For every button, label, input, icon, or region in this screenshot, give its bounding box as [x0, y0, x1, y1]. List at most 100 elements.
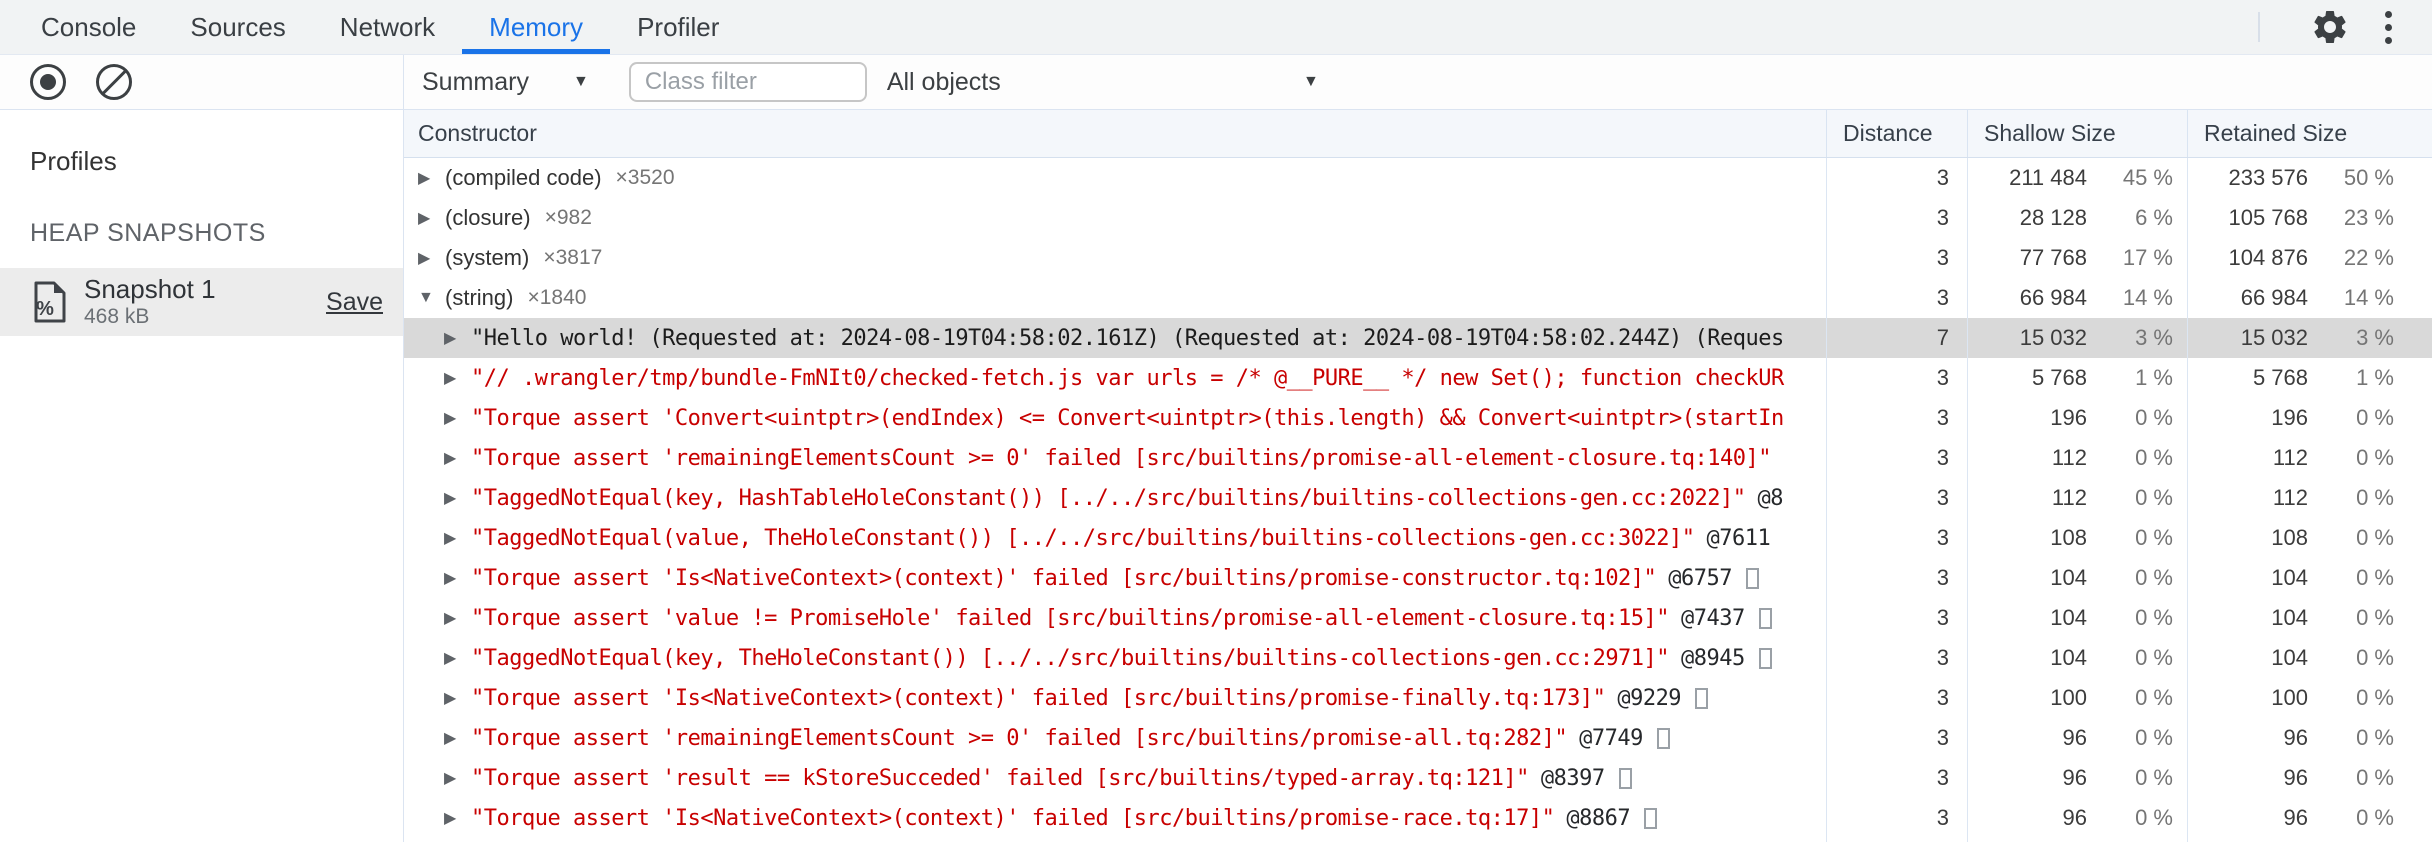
table-row[interactable]: ▶ "TaggedNotEqual(value, TheHoleConstant…	[404, 518, 2432, 558]
distance-cell: 3	[1826, 278, 1967, 318]
table-row[interactable]: ▶ "Torque assert 'Is<NativeContext>(cont…	[404, 798, 2432, 838]
objects-scope-select[interactable]: All objects ▼	[887, 68, 1319, 97]
expand-arrow-icon[interactable]: ▶	[418, 208, 445, 228]
constructor-text: (string)	[445, 285, 514, 310]
heap-snapshot-document-icon: %	[32, 280, 68, 324]
shallow-size-cell: 96 0 %	[1967, 758, 2187, 798]
constructor-text: "TaggedNotEqual(value, TheHoleConstant()…	[471, 525, 1695, 551]
table-row[interactable]: ▶ "Torque assert 'Is<NativeContext>(cont…	[404, 678, 2432, 718]
object-id: @7749	[1579, 725, 1643, 751]
expand-arrow-icon[interactable]: ▶	[444, 688, 471, 708]
distance-cell: 3	[1826, 558, 1967, 598]
shallow-size-cell: 104 0 %	[1967, 638, 2187, 678]
expand-arrow-icon[interactable]: ▶	[418, 168, 445, 188]
retained-size-cell: 15 032 3 %	[2187, 318, 2432, 358]
retained-size-cell: 96 0 %	[2187, 718, 2432, 758]
settings-button[interactable]	[2308, 5, 2352, 49]
object-id: @8397	[1540, 765, 1605, 791]
expand-arrow-icon[interactable]: ▶	[444, 408, 471, 428]
expand-arrow-icon[interactable]: ▶	[418, 248, 445, 268]
instance-count: ×1840	[527, 286, 587, 309]
table-row[interactable]: ▶ "TaggedNotEqual(key, HashTableHoleCons…	[404, 478, 2432, 518]
class-filter-input[interactable]	[628, 62, 867, 102]
constructor-text: "Torque assert 'value != PromiseHole' fa…	[471, 605, 1670, 631]
shallow-size-cell: 112 0 %	[1967, 478, 2187, 518]
shallow-size-cell: 5 768 1 %	[1967, 358, 2187, 398]
retained-size-cell: 104 0 %	[2187, 638, 2432, 678]
table-row[interactable]: ▶ "Torque assert 'Is<NativeContext>(cont…	[404, 558, 2432, 598]
retained-size-cell: 5 768 1 %	[2187, 358, 2432, 398]
tab-bar-actions	[2258, 0, 2432, 54]
constructor-text: "Torque assert 'Is<NativeContext>(contex…	[471, 685, 1606, 711]
table-row[interactable]: ▶ "TaggedNotEqual(key, TheHoleConstant()…	[404, 638, 2432, 678]
distance-cell: 3	[1826, 798, 1967, 838]
objects-scope-value: All objects	[886, 67, 1001, 96]
distance-cell: 3	[1826, 158, 1967, 198]
reveal-box-icon	[1746, 567, 1760, 589]
table-row[interactable]: ▶ "Torque assert 'remainingElementsCount…	[404, 438, 2432, 478]
instance-count: ×3520	[615, 166, 675, 189]
distance-cell: 3	[1826, 718, 1967, 758]
retained-size-cell: 112 0 %	[2187, 438, 2432, 478]
instance-count: ×3817	[543, 246, 603, 269]
column-header-constructor[interactable]: Constructor	[404, 110, 1826, 157]
expand-arrow-icon[interactable]: ▶	[444, 448, 471, 468]
distance-cell: 3	[1826, 398, 1967, 438]
distance-cell: 3	[1826, 198, 1967, 238]
column-header-distance[interactable]: Distance	[1826, 110, 1967, 157]
table-row[interactable]: ▶ "Hello world! (Requested at: 2024-08-1…	[404, 318, 2432, 358]
constructor-text: "TaggedNotEqual(key, TheHoleConstant()) …	[471, 645, 1670, 671]
expand-arrow-icon[interactable]: ▶	[444, 808, 471, 828]
tab-profiler[interactable]: Profiler	[610, 0, 746, 54]
expand-arrow-icon[interactable]: ▶	[444, 728, 471, 748]
more-options-button[interactable]	[2366, 5, 2410, 49]
table-row[interactable]: ▶ (system) ×3817 3 77 768 17 % 104 876 22 …	[404, 238, 2432, 278]
shallow-size-cell: 66 984 14 %	[1967, 278, 2187, 318]
tab-sources[interactable]: Sources	[163, 0, 312, 54]
clear-profiles-button[interactable]	[96, 64, 132, 100]
save-snapshot-link[interactable]: Save	[326, 288, 383, 317]
record-heap-snapshot-button[interactable]	[30, 64, 66, 100]
shallow-size-cell: 108 0 %	[1967, 518, 2187, 558]
expand-arrow-icon[interactable]: ▶	[444, 328, 471, 348]
shallow-size-cell: 100 0 %	[1967, 678, 2187, 718]
profiles-toolbar	[0, 55, 403, 110]
object-id: @6757	[1668, 565, 1733, 591]
perspective-select-value: Summary	[422, 67, 529, 96]
retained-size-cell: 104 0 %	[2187, 598, 2432, 638]
perspective-select[interactable]: Summary ▼	[422, 68, 589, 97]
expand-arrow-icon[interactable]: ▶	[444, 368, 471, 388]
expand-arrow-icon[interactable]: ▶	[444, 648, 471, 668]
snapshot-name: Snapshot 1	[84, 273, 216, 304]
table-row[interactable]: ▶ "Torque assert 'value != PromiseHole' …	[404, 598, 2432, 638]
expand-arrow-icon[interactable]: ▶	[444, 608, 471, 628]
expand-arrow-icon[interactable]: ▶	[444, 768, 471, 788]
tab-memory[interactable]: Memory	[462, 0, 610, 54]
column-header-retained-size[interactable]: Retained Size	[2187, 110, 2432, 157]
shallow-size-cell: 112 0 %	[1967, 438, 2187, 478]
retained-size-cell: 104 876 22 %	[2187, 238, 2432, 278]
expand-arrow-icon[interactable]: ▶	[444, 528, 471, 548]
table-row[interactable]: ▼ (string) ×1840 3 66 984 14 % 66 984 14 %	[404, 278, 2432, 318]
table-row[interactable]: ▶ (closure) ×982 3 28 128 6 % 105 768 23 %	[404, 198, 2432, 238]
distance-cell: 3	[1826, 518, 1967, 558]
object-id: @7437	[1681, 605, 1745, 631]
table-row[interactable]: ▶ "Torque assert 'remainingElementsCount…	[404, 718, 2432, 758]
table-row[interactable]: ▶ "Torque assert 'Convert<uintptr>(endIn…	[404, 398, 2432, 438]
expand-arrow-icon[interactable]: ▼	[418, 289, 445, 307]
object-id: @8945	[1681, 645, 1745, 671]
table-row[interactable]: ▶ "// .wrangler/tmp/bundle-FmNIt0/checke…	[404, 358, 2432, 398]
expand-arrow-icon[interactable]: ▶	[444, 488, 471, 508]
tab-bar-divider	[2258, 12, 2260, 42]
tab-console[interactable]: Console	[14, 0, 163, 54]
table-row[interactable]: ▶ (compiled code) ×3520 3 211 484 45 % 23…	[404, 158, 2432, 198]
column-header-shallow-size[interactable]: Shallow Size	[1967, 110, 2187, 157]
snapshot-list-item[interactable]: % Snapshot 1 468 kB Save	[0, 268, 403, 336]
shallow-size-cell: 211 484 45 %	[1967, 158, 2187, 198]
object-id: @8867	[1566, 805, 1631, 831]
expand-arrow-icon[interactable]: ▶	[444, 568, 471, 588]
constructor-text: "Torque assert 'Is<NativeContext>(contex…	[471, 805, 1555, 831]
distance-cell: 3	[1826, 478, 1967, 518]
tab-network[interactable]: Network	[313, 0, 462, 54]
table-row[interactable]: ▶ "Torque assert 'result == kStoreSucced…	[404, 758, 2432, 798]
